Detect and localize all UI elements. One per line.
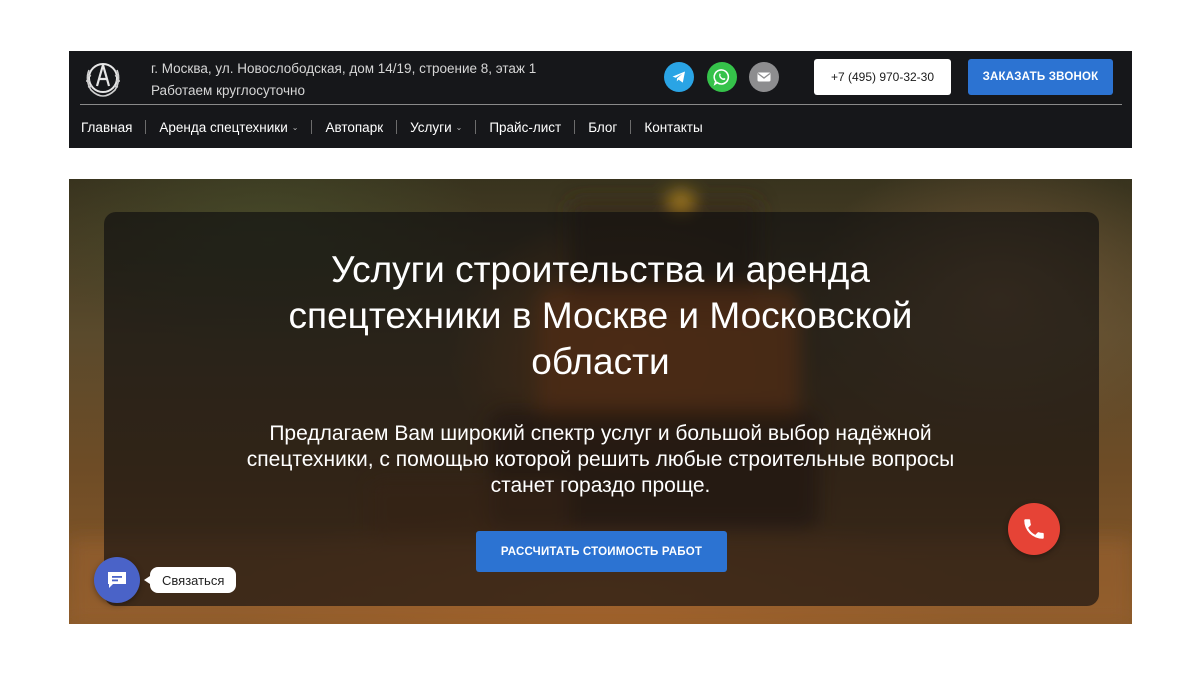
whatsapp-icon (713, 69, 730, 86)
nav-divider (396, 120, 398, 134)
hero-title-line: области (531, 341, 670, 382)
chevron-down-icon: ⌄ (291, 122, 299, 132)
nav-item-label: Контакты (644, 119, 703, 135)
nav-item-price-list[interactable]: Прайс-лист (489, 120, 561, 135)
working-hours-text: Работаем круглосуточно (151, 83, 306, 98)
telegram-icon (672, 71, 685, 83)
phone-number-button[interactable]: +7 (495) 970-32-30 (814, 59, 951, 95)
whatsapp-button[interactable] (707, 62, 737, 92)
nav-item-label: Главная (81, 119, 133, 135)
nav-item-services[interactable]: Услуги ⌄ (410, 120, 462, 135)
address-text: г. Москва, ул. Новослободская, дом 14/19… (151, 61, 537, 76)
hero-title: Услуги строительства и аренда спецтехник… (69, 247, 1132, 385)
wreath-emblem-icon[interactable] (81, 56, 125, 100)
call-widget-button[interactable] (1008, 503, 1060, 555)
hero-subtitle-line: Предлагаем Вам широкий спектр услуг и бо… (269, 422, 932, 445)
nav-item-label: Прайс-лист (489, 119, 562, 135)
hero-banner: Услуги строительства и аренда спецтехник… (69, 179, 1132, 624)
nav-item-label: Аренда спецтехники (159, 119, 288, 135)
chevron-down-icon: ⌄ (455, 122, 463, 132)
nav-item-label: Автопарк (325, 119, 384, 135)
telegram-button[interactable] (664, 62, 694, 92)
chat-bubble-icon (108, 572, 126, 588)
email-icon (757, 72, 771, 82)
nav-item-equipment-rental[interactable]: Аренда спецтехники ⌄ (159, 120, 298, 135)
nav-divider (630, 120, 632, 134)
site-header: г. Москва, ул. Новослободская, дом 14/19… (69, 51, 1132, 148)
hero-subtitle-line: спецтехники, с помощью которой решить лю… (246, 448, 955, 471)
hero-title-line: Услуги строительства и аренда (331, 249, 870, 290)
nav-item-label: Блог (588, 119, 618, 135)
order-callback-button[interactable]: ЗАКАЗАТЬ ЗВОНОК (968, 59, 1113, 95)
header-divider (80, 104, 1122, 105)
nav-item-label: Услуги (410, 119, 452, 135)
nav-divider (574, 120, 576, 134)
main-nav: Главная Аренда спецтехники ⌄ Автопарк Ус… (81, 117, 703, 137)
chat-widget-button[interactable] (94, 557, 140, 603)
contact-info: г. Москва, ул. Новослободская, дом 14/19… (151, 58, 536, 102)
hero-subtitle-line: станет гораздо проще. (490, 474, 711, 497)
nav-item-home[interactable]: Главная (81, 120, 132, 135)
email-button[interactable] (749, 62, 779, 92)
nav-item-blog[interactable]: Блог (588, 120, 617, 135)
nav-divider (475, 120, 477, 134)
nav-item-contacts[interactable]: Контакты (644, 120, 702, 135)
calculate-cost-button[interactable]: РАССЧИТАТЬ СТОИМОСТЬ РАБОТ (476, 531, 727, 572)
hero-title-line: спецтехники в Москве и Московской (288, 295, 913, 336)
chat-widget-label[interactable]: Связаться (143, 567, 237, 593)
hero-subtitle: Предлагаем Вам широкий спектр услуг и бо… (69, 421, 1132, 499)
nav-item-fleet[interactable]: Автопарк (325, 120, 383, 135)
nav-divider (311, 120, 313, 134)
phone-icon (1024, 519, 1044, 539)
nav-divider (145, 120, 147, 134)
